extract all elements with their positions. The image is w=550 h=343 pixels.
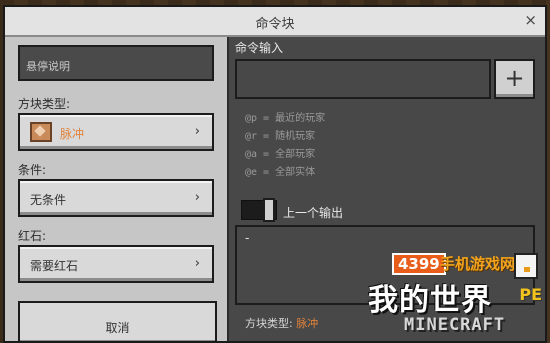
impulse-block-icon bbox=[30, 122, 52, 142]
plus-icon[interactable]: + bbox=[494, 59, 535, 99]
toggle-knob bbox=[263, 198, 275, 222]
status-value: 脉冲 bbox=[296, 317, 319, 330]
block-type-label: 方块类型: bbox=[18, 97, 71, 111]
title-bar: 命令块 × bbox=[5, 7, 545, 37]
watermark-badge: 4399 bbox=[392, 253, 446, 275]
redstone-label: 红石: bbox=[18, 229, 47, 243]
chevron-right-icon: › bbox=[194, 256, 200, 271]
status-line: 方块类型: 脉冲 bbox=[245, 315, 318, 331]
hover-note-input[interactable]: 悬停说明 bbox=[18, 45, 214, 81]
redstone-button[interactable]: 需要红石 › bbox=[18, 245, 214, 283]
watermark-tag: 手机游戏网 bbox=[440, 255, 516, 273]
condition-label: 条件: bbox=[18, 163, 47, 177]
block-type-value: 脉冲 bbox=[60, 127, 85, 141]
block-type-button[interactable]: 脉冲 › bbox=[18, 113, 214, 151]
left-panel: 悬停说明 方块类型: 脉冲 › 条件: 无条件 › 红石: 需要红石 › 取消 bbox=[5, 37, 223, 341]
cancel-button[interactable]: 取消 bbox=[18, 301, 217, 341]
watermark-title: 我的世界 bbox=[368, 283, 492, 318]
chicken-icon bbox=[514, 253, 538, 279]
selector-hint: @p = 最近的玩家 bbox=[245, 113, 326, 124]
watermark-pe: PE bbox=[519, 285, 542, 304]
cancel-label: 取消 bbox=[105, 321, 130, 335]
watermark-brand: MINECRAFT bbox=[404, 315, 506, 335]
command-input-label: 命令输入 bbox=[235, 41, 284, 55]
condition-value: 无条件 bbox=[30, 193, 67, 207]
previous-output-toggle[interactable] bbox=[241, 198, 277, 222]
selector-hint: @r = 随机玩家 bbox=[245, 131, 316, 142]
chevron-right-icon: › bbox=[194, 190, 200, 205]
chevron-right-icon: › bbox=[194, 124, 200, 139]
dialog-title: 命令块 bbox=[255, 17, 295, 32]
status-label: 方块类型: bbox=[245, 317, 293, 330]
selector-hint: @a = 全部玩家 bbox=[245, 149, 316, 160]
watermark-logo: 4399 手机游戏网 我的世界 PE MINECRAFT bbox=[368, 253, 544, 341]
previous-output-label: 上一个输出 bbox=[283, 206, 344, 220]
condition-button[interactable]: 无条件 › bbox=[18, 179, 214, 217]
command-input-field[interactable] bbox=[235, 59, 491, 99]
close-icon[interactable]: × bbox=[524, 11, 537, 29]
selector-hint: @e = 全部实体 bbox=[245, 167, 316, 178]
redstone-value: 需要红石 bbox=[30, 259, 79, 273]
